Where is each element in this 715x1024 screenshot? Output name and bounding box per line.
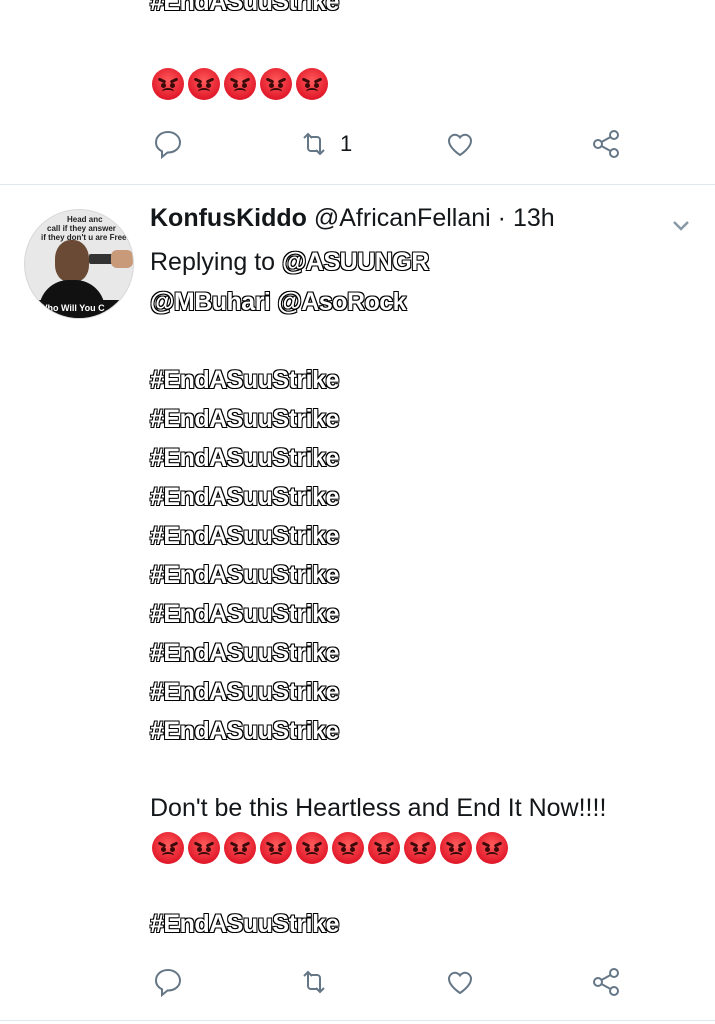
hashtag-1[interactable]: #EndASuuStrike [149, 365, 340, 395]
mention-mbuhari[interactable]: @MBuhari [149, 287, 271, 316]
hashtag-5[interactable]: #EndASuuStrike [149, 521, 340, 551]
replying-to-label: Replying to [150, 248, 276, 276]
angry-face-icon [332, 832, 364, 864]
partial-hashtag[interactable]: #EndASuuStrike [149, 0, 340, 17]
angry-emoji-row-top [152, 68, 328, 100]
retweet-button[interactable]: 1 [296, 124, 352, 164]
angry-emoji-row [152, 832, 508, 864]
avatar-text-2: call if they answer [47, 224, 116, 233]
angry-face-icon [296, 832, 328, 864]
share-button[interactable] [588, 124, 624, 164]
like-button[interactable] [442, 124, 478, 164]
reply-button[interactable] [150, 124, 186, 164]
chevron-down-icon [673, 221, 689, 231]
tweet-divider [0, 184, 715, 185]
hashtag-4[interactable]: #EndASuuStrike [149, 482, 340, 512]
avatar-text-3: if they don't u are Free. [41, 233, 129, 242]
mention-asuungr[interactable]: @ASUUNGR [281, 247, 429, 276]
hashtag-3[interactable]: #EndASuuStrike [149, 443, 340, 473]
hashtag-8[interactable]: #EndASuuStrike [149, 638, 340, 668]
angry-face-icon [440, 832, 472, 864]
heart-icon [447, 133, 473, 157]
reply-icon [154, 130, 182, 160]
retweet-count: 1 [340, 131, 353, 156]
share-button[interactable] [588, 962, 624, 1002]
angry-face-icon [152, 68, 184, 100]
share-icon [593, 968, 619, 996]
share-icon [593, 130, 619, 158]
final-hashtag[interactable]: #EndASuuStrike [149, 909, 340, 939]
display-name[interactable]: KonfusKiddo [150, 204, 307, 232]
angry-face-icon [224, 832, 256, 864]
angry-face-icon [152, 832, 184, 864]
retweet-icon [303, 132, 325, 156]
angry-face-icon [260, 832, 292, 864]
avatar-band-text: Who Will You C [39, 303, 105, 313]
angry-face-icon [224, 68, 256, 100]
avatar[interactable]: Head anc call if they answer if they don… [24, 209, 134, 319]
hashtag-10[interactable]: #EndASuuStrike [149, 716, 340, 746]
tweet-time[interactable]: 13h [513, 204, 555, 232]
angry-face-icon [260, 68, 292, 100]
retweet-button[interactable] [296, 962, 332, 1002]
tweet-header: KonfusKiddo @AfricanFellani · 13h [150, 204, 555, 233]
avatar-text-1: Head anc [67, 215, 103, 224]
separator-dot: · [497, 204, 506, 232]
mention-asorock[interactable]: @AsoRock [277, 287, 407, 316]
hashtag-7[interactable]: #EndASuuStrike [149, 599, 340, 629]
angry-face-icon [476, 832, 508, 864]
tweet-actions-top: 1 [150, 124, 630, 164]
heart-icon [447, 971, 473, 995]
angry-face-icon [188, 832, 220, 864]
like-button[interactable] [442, 962, 478, 1002]
retweet-icon [303, 970, 325, 994]
replying-to-line: Replying to @ASUUNGR [150, 247, 430, 277]
tweet-actions [150, 962, 630, 1002]
hashtag-9[interactable]: #EndASuuStrike [149, 677, 340, 707]
hashtag-2[interactable]: #EndASuuStrike [149, 404, 340, 434]
avatar-hand [111, 250, 133, 268]
tweet-menu-button[interactable] [668, 212, 694, 238]
user-handle[interactable]: @AfricanFellani [314, 204, 491, 232]
avatar-head [55, 240, 89, 282]
mentions-line: @MBuhari @AsoRock [149, 287, 407, 317]
angry-face-icon [296, 68, 328, 100]
tweet-message: Don't be this Heartless and End It Now!!… [150, 794, 607, 822]
angry-face-icon [368, 832, 400, 864]
reply-button[interactable] [150, 962, 186, 1002]
hashtag-6[interactable]: #EndASuuStrike [149, 560, 340, 590]
tweet-divider-bottom [0, 1020, 715, 1021]
avatar-band: Who Will You C [25, 300, 133, 318]
angry-face-icon [404, 832, 436, 864]
reply-icon [154, 968, 182, 998]
angry-face-icon [188, 68, 220, 100]
